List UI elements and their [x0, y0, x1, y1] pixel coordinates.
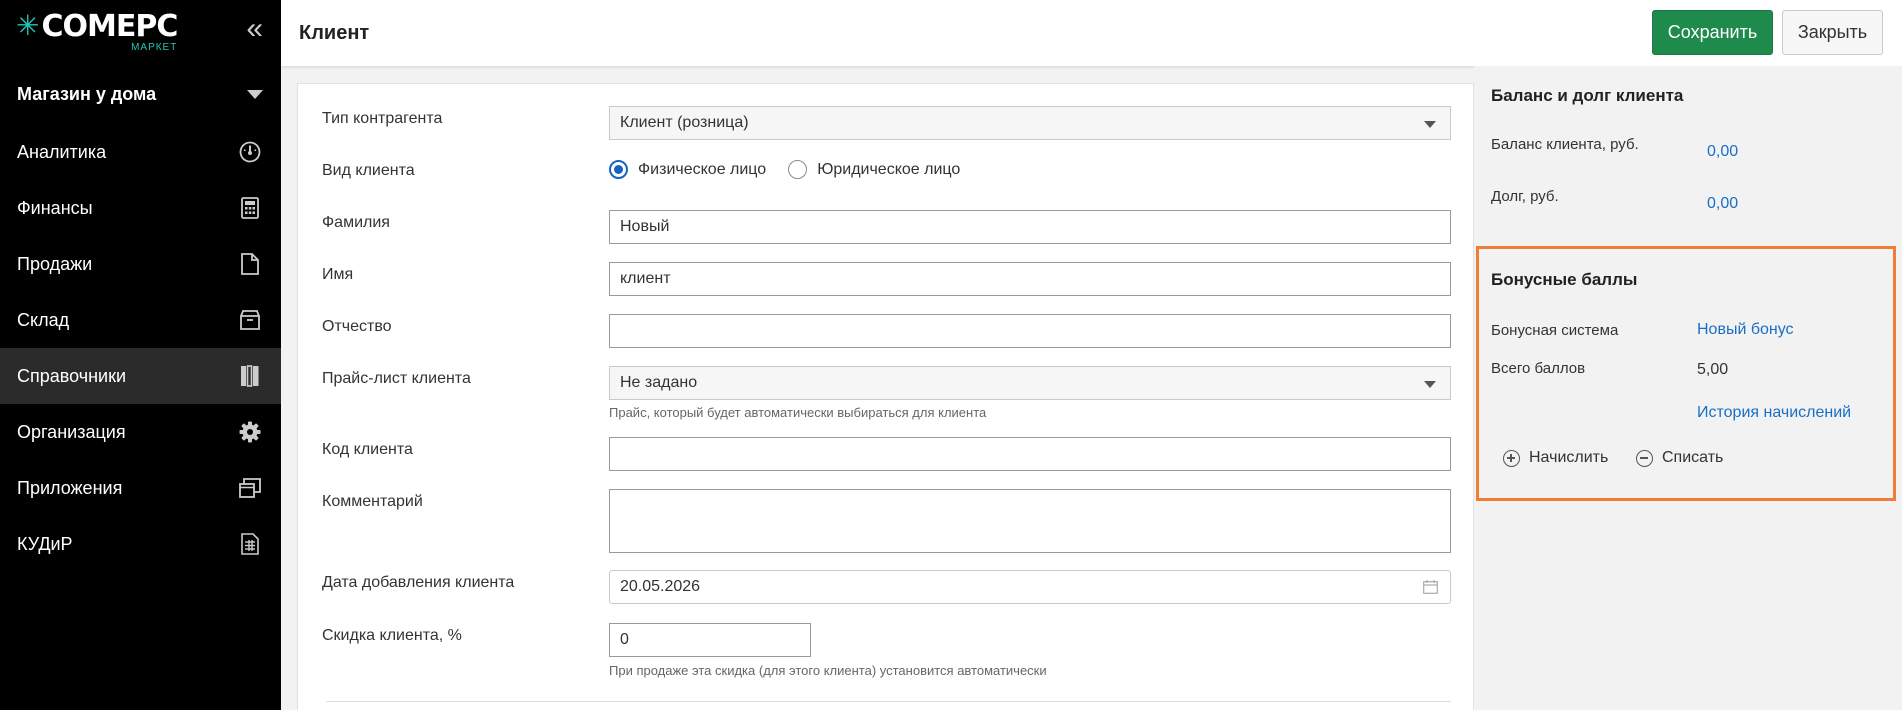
gauge-icon [237, 139, 263, 165]
type-select[interactable]: Клиент (розница) [609, 106, 1451, 140]
writeoff-label: Списать [1662, 449, 1724, 466]
sidebar-item-label: Справочники [17, 365, 127, 386]
code-label: Код клиента [322, 441, 413, 458]
date-input[interactable]: 20.05.2026 [609, 570, 1451, 604]
minus-circle-icon [1636, 449, 1653, 467]
pricelist-label: Прайс-лист клиента [322, 370, 471, 387]
chevron-down-icon [1424, 121, 1436, 128]
sidebar-item-label: Организация [17, 421, 126, 442]
sidebar-item-kudir[interactable]: КУДиР [0, 516, 281, 572]
sidebar: ✳ COMEPC МАРКЕТ « Магазин у дома Аналити… [0, 0, 281, 710]
debt-value[interactable]: 0,00 [1707, 195, 1738, 213]
radio-unchecked-icon [788, 160, 808, 179]
discount-input[interactable]: 0 [609, 623, 811, 657]
bonus-system-label: Бонусная система [1491, 322, 1619, 339]
chevron-down-icon [247, 89, 263, 99]
client-form: Тип контрагента Клиент (розница) Вид кли… [297, 83, 1474, 710]
save-button[interactable]: Сохранить [1652, 10, 1773, 55]
pricelist-select-value: Не задано [620, 374, 698, 391]
ledger-icon [237, 531, 263, 557]
comment-textarea[interactable] [609, 489, 1451, 553]
sidebar-item-directories[interactable]: Справочники [0, 348, 281, 404]
sidebar-item-label: Приложения [17, 477, 123, 498]
radio-legal-entity-label: Юридическое лицо [817, 160, 961, 178]
discount-label: Скидка клиента, % [322, 627, 462, 644]
firstname-input[interactable]: клиент [609, 262, 1451, 296]
radio-checked-icon [609, 160, 628, 179]
radio-individual-label: Физическое лицо [638, 160, 767, 178]
bonus-title: Бонусные баллы [1491, 270, 1638, 289]
accrue-button[interactable]: Начислить [1503, 449, 1608, 467]
document-icon [237, 251, 263, 277]
sidebar-item-label: Финансы [17, 197, 93, 218]
bonus-total-value: 5,00 [1697, 361, 1729, 378]
bonus-total-label: Всего баллов [1491, 360, 1586, 377]
brand-sub: МАРКЕТ [131, 41, 178, 53]
date-input-value: 20.05.2026 [620, 578, 701, 595]
lastname-input[interactable]: Новый [609, 210, 1451, 244]
form-divider [326, 701, 1451, 702]
balance-label: Баланс клиента, руб. [1491, 136, 1639, 153]
pricelist-hint: Прайс, который будет автоматически выбир… [609, 405, 987, 420]
date-label: Дата добавления клиента [322, 574, 515, 591]
windows-icon [237, 475, 263, 501]
kind-radio-group: Физическое лицо Юридическое лицо [609, 160, 982, 179]
chevron-down-icon [1424, 381, 1436, 388]
lastname-label: Фамилия [322, 214, 390, 231]
discount-hint: При продаже эта скидка (для этого клиент… [609, 663, 1047, 678]
type-label: Тип контрагента [322, 110, 443, 127]
store-selector[interactable]: Магазин у дома [0, 64, 281, 124]
logo-row: ✳ COMEPC МАРКЕТ « [0, 0, 281, 64]
debt-label: Долг, руб. [1491, 188, 1559, 205]
brand-name: COMEPC [41, 8, 178, 44]
code-input[interactable] [609, 437, 1451, 471]
sidebar-item-label: Продажи [17, 253, 93, 274]
kind-label: Вид клиента [322, 162, 415, 179]
sidebar-item-organization[interactable]: Организация [0, 404, 281, 460]
sidebar-item-label: Аналитика [17, 141, 107, 162]
writeoff-button[interactable]: Списать [1636, 449, 1723, 467]
store-name: Магазин у дома [17, 83, 157, 104]
balance-title: Баланс и долг клиента [1491, 86, 1684, 105]
close-button[interactable]: Закрыть [1782, 10, 1883, 55]
sidebar-item-apps[interactable]: Приложения [0, 460, 281, 516]
radio-legal-entity[interactable]: Юридическое лицо [788, 160, 960, 179]
sidebar-item-sales[interactable]: Продажи [0, 236, 281, 292]
bonus-system-link[interactable]: Новый бонус [1697, 321, 1794, 339]
middlename-label: Отчество [322, 318, 392, 335]
sidebar-item-analytics[interactable]: Аналитика [0, 124, 281, 180]
books-icon [237, 363, 263, 389]
page-title: Клиент [299, 22, 370, 44]
accrue-label: Начислить [1529, 449, 1609, 466]
collapse-sidebar-icon[interactable]: « [246, 14, 263, 44]
sidebar-item-label: КУДиР [17, 533, 73, 554]
calculator-icon [237, 195, 263, 221]
calendar-icon[interactable] [1423, 580, 1438, 599]
plus-circle-icon [1503, 449, 1520, 467]
type-select-value: Клиент (розница) [620, 114, 749, 131]
radio-individual[interactable]: Физическое лицо [609, 160, 766, 179]
middlename-input[interactable] [609, 314, 1451, 348]
bonus-history-link[interactable]: История начислений [1697, 404, 1851, 422]
comment-label: Комментарий [322, 493, 423, 510]
brand-logo[interactable]: ✳ COMEPC МАРКЕТ [16, 8, 178, 53]
box-icon [237, 307, 263, 333]
sidebar-item-label: Склад [17, 309, 70, 330]
balance-value[interactable]: 0,00 [1707, 143, 1738, 161]
gear-icon [237, 419, 263, 445]
sidebar-item-finance[interactable]: Финансы [0, 180, 281, 236]
sidebar-item-warehouse[interactable]: Склад [0, 292, 281, 348]
firstname-label: Имя [322, 266, 354, 283]
pricelist-select[interactable]: Не задано [609, 366, 1451, 400]
sparkle-icon: ✳ [16, 9, 40, 41]
top-header: Клиент Сохранить Закрыть [281, 0, 1902, 66]
